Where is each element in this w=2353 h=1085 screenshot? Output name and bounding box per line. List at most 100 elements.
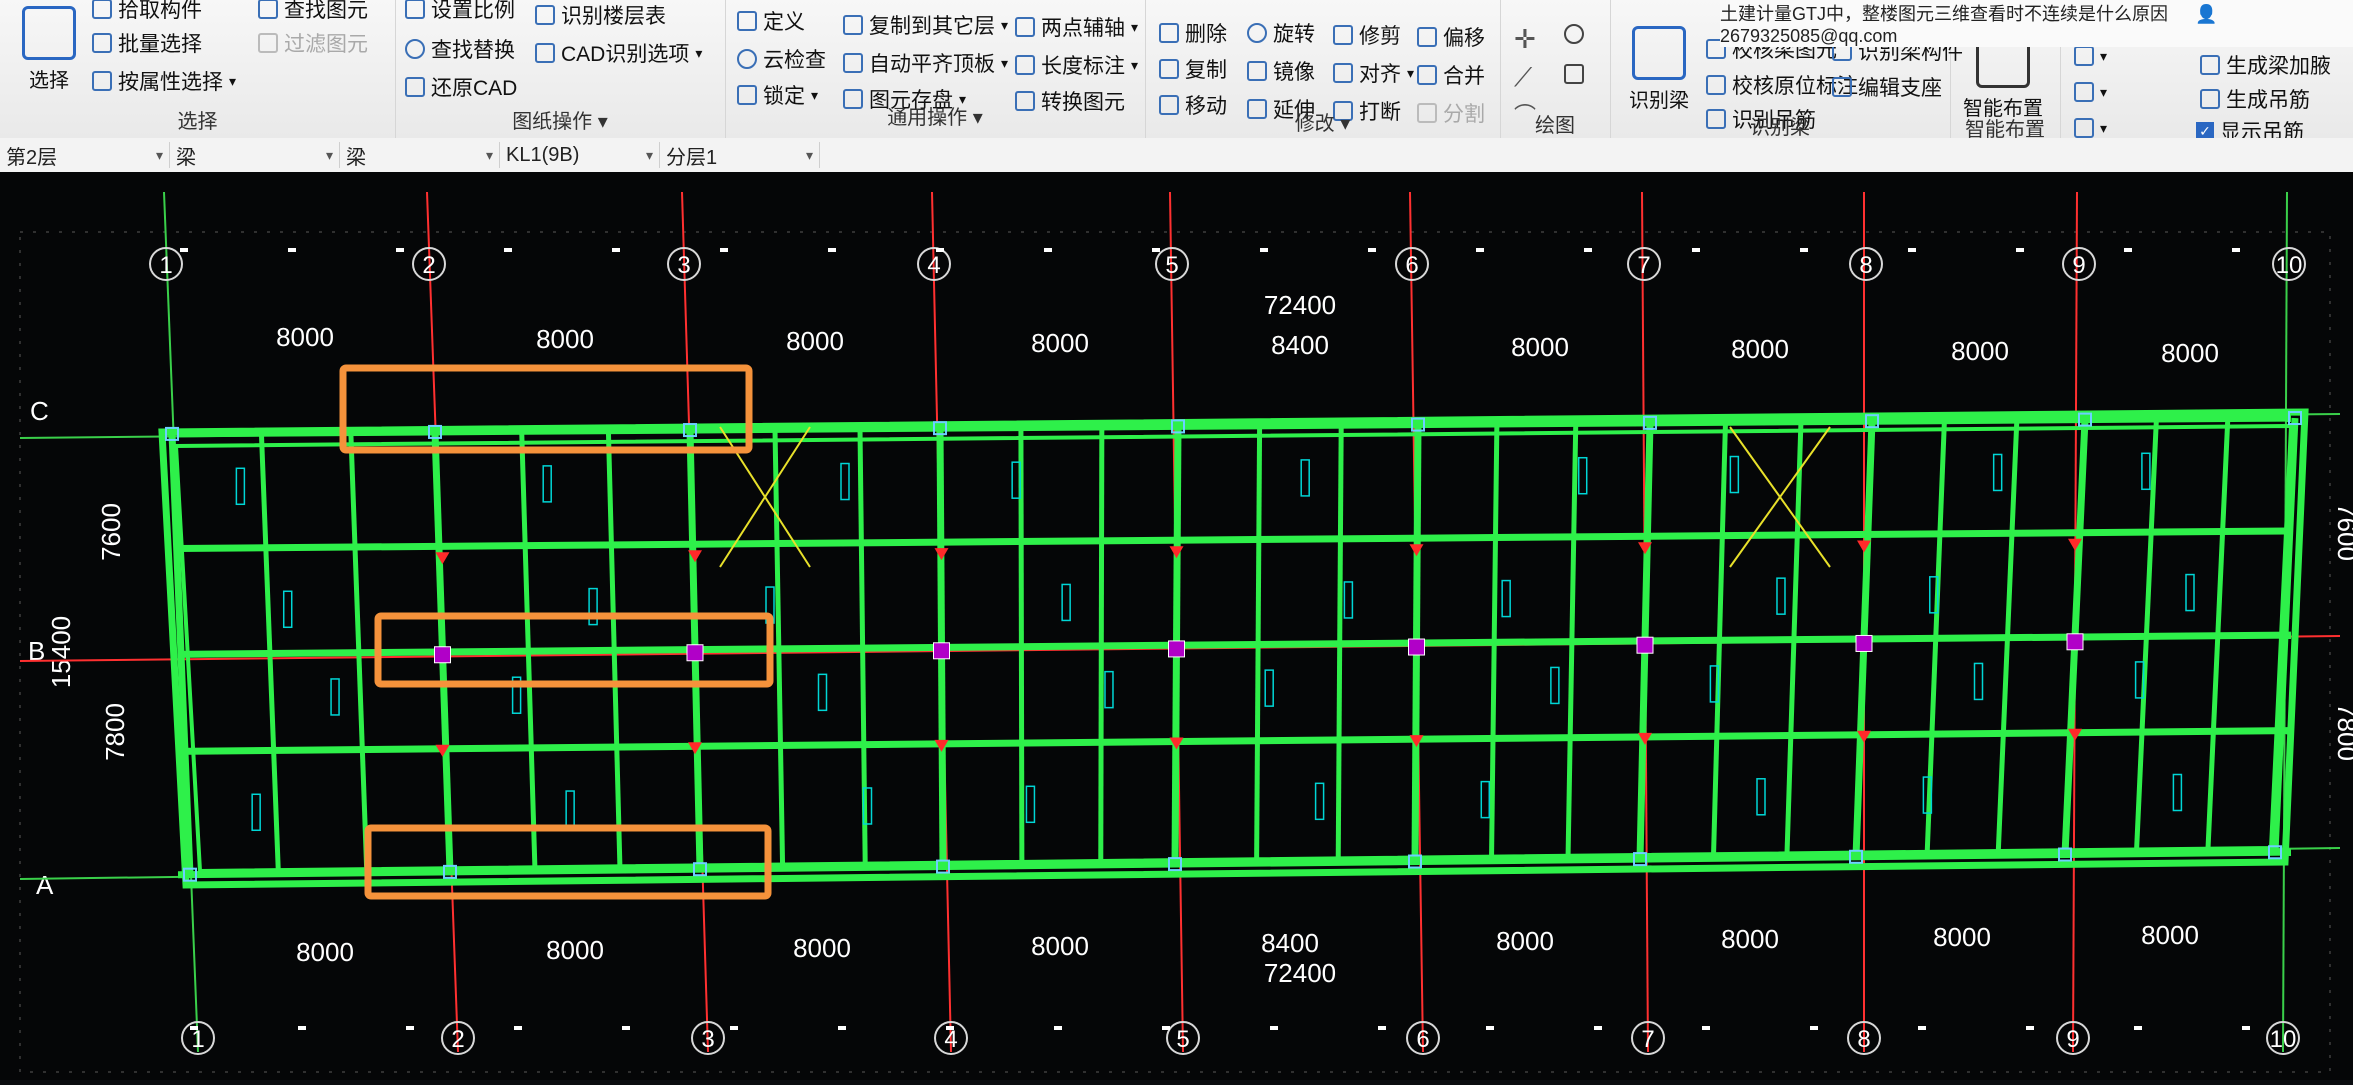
cad-identify-options-button[interactable]: CAD识别选项 ▾	[535, 38, 702, 68]
column-b-5[interactable]	[1168, 640, 1185, 658]
secondary-beam[interactable]	[1018, 427, 1025, 866]
dimension-tick	[1054, 1026, 1062, 1030]
batch-select-button[interactable]: 批量选择	[92, 28, 202, 58]
column-b-3[interactable]	[686, 644, 704, 662]
beam-row-1[interactable]	[177, 527, 2292, 553]
align-button[interactable]: 对齐 ▾	[1333, 58, 1414, 88]
secondary-beam[interactable]	[1254, 425, 1263, 864]
select-arrow-icon	[22, 6, 76, 60]
column-b-9[interactable]	[2066, 633, 2084, 651]
restore-cad-button[interactable]: 还原CAD	[405, 72, 517, 102]
filter-element-button[interactable]: 过滤图元	[258, 28, 368, 58]
secondary-beam[interactable]	[1335, 425, 1344, 863]
column-b-6[interactable]	[1408, 638, 1425, 656]
beam-tool-2[interactable]: ▾	[2074, 82, 2107, 102]
support-marker[interactable]	[1169, 546, 1184, 559]
dimension-tick	[1692, 248, 1700, 252]
column-b-7[interactable]	[1636, 636, 1654, 654]
secondary-beam[interactable]	[857, 428, 868, 868]
beam-tool-3[interactable]: ▾	[2074, 118, 2107, 138]
copy-to-other-layer-button[interactable]: 复制到其它层 ▾	[843, 10, 1008, 40]
dimension-tick	[180, 248, 188, 252]
selector-bar: 第2层 ▾ 梁 ▾ 梁 ▾ KL1(9B) ▾ 分层1 ▾	[0, 138, 2353, 173]
total-dim-top: 72400	[1264, 290, 1336, 320]
category-select[interactable]: 梁 ▾	[170, 142, 340, 169]
span-bottom-2: 8000	[546, 935, 604, 965]
secondary-beam[interactable]	[1098, 426, 1105, 865]
axis-number-top-1: 1	[159, 252, 172, 279]
component-select[interactable]: KL1(9B) ▾	[500, 142, 660, 168]
dimension-tick	[288, 248, 296, 252]
annotation-block	[1973, 662, 1984, 701]
dimension-tick	[504, 248, 512, 252]
dimension-tick	[2134, 1026, 2142, 1030]
trim-icon	[1333, 25, 1353, 45]
auto-flat-top-button[interactable]: 自动平齐顶板 ▾	[843, 48, 1008, 78]
annotation-block	[840, 462, 850, 501]
find-element-button[interactable]: 查找图元	[258, 0, 368, 24]
axis-number-top-9: 9	[2072, 252, 2085, 279]
column-b-4[interactable]	[933, 642, 950, 660]
column-b-8[interactable]	[1855, 634, 1873, 652]
beam-row-3[interactable]	[177, 727, 2292, 755]
gen-haunch-button[interactable]: 生成梁加腋	[2200, 50, 2331, 80]
dimension-tick	[406, 1026, 414, 1030]
delete-button[interactable]: 删除	[1159, 18, 1227, 48]
find-replace-button[interactable]: 查找替换	[405, 34, 515, 64]
define-button[interactable]: 定义	[737, 6, 805, 36]
select-by-attr-button[interactable]: 按属性选择 ▾	[92, 66, 236, 96]
circle-draw-icon[interactable]	[1564, 24, 1584, 44]
span-bottom-3: 8000	[793, 933, 851, 963]
identify-beam-button[interactable]: 识别梁	[1614, 26, 1704, 113]
identify-floor-table-button[interactable]: 识别楼层表	[535, 0, 666, 30]
length-dim-button[interactable]: 长度标注 ▾	[1015, 50, 1138, 80]
set-scale-button[interactable]: 设置比例	[405, 0, 515, 24]
trim-button[interactable]: 修剪	[1333, 20, 1401, 50]
total-dim-bottom: 72400	[1264, 958, 1336, 988]
floor-plan-svg[interactable]: 72400 72400 8000 8000 8000 8000 8400 800…	[0, 172, 2353, 1080]
annotation-block	[817, 673, 828, 712]
rotate-button[interactable]: 旋转	[1247, 18, 1315, 48]
gen-hanger-button[interactable]: 生成吊筋	[2200, 84, 2310, 114]
annotation-block	[235, 467, 246, 506]
mirror-button[interactable]: 镜像	[1247, 56, 1315, 86]
dimension-tick	[1918, 1026, 1926, 1030]
dimension-tick	[1270, 1026, 1278, 1030]
annotation-block	[2141, 452, 2151, 491]
cloud-check-button[interactable]: 云检查	[737, 44, 826, 74]
offset-button[interactable]: 偏移	[1417, 22, 1485, 52]
merge-button[interactable]: 合并	[1417, 60, 1485, 90]
cloud-icon	[737, 49, 757, 69]
dimension-tick	[396, 248, 404, 252]
line-draw-icon[interactable]: ⟋	[1514, 62, 1532, 94]
annotation-block	[282, 590, 293, 629]
drawing-canvas[interactable]: 72400 72400 8000 8000 8000 8000 8400 800…	[0, 172, 2353, 1080]
rect-draw-icon[interactable]	[1564, 64, 1584, 84]
copy-button[interactable]: 复制	[1159, 54, 1227, 84]
chevron-down-icon: ▾	[325, 146, 333, 163]
two-point-axis-button[interactable]: 两点辅轴 ▾	[1015, 12, 1138, 42]
point-draw-icon[interactable]: ✛	[1514, 24, 1536, 55]
select-button[interactable]: 选择	[4, 6, 94, 93]
layer-select[interactable]: 分层1 ▾	[660, 142, 820, 169]
annotation-block	[542, 465, 552, 503]
smart-layout-button[interactable]: 智能布置	[1958, 34, 2048, 121]
secondary-beam[interactable]	[1489, 423, 1500, 861]
span-top-2: 8000	[536, 324, 594, 354]
support-marker[interactable]	[1409, 544, 1424, 557]
type-select[interactable]: 梁 ▾	[340, 142, 500, 169]
beam-row-2[interactable]	[177, 631, 2292, 658]
support-marker[interactable]	[934, 548, 949, 561]
pick-component-button[interactable]: 拾取构件	[92, 0, 202, 24]
identify-beam-title: 识别梁	[1750, 117, 1810, 139]
delete-icon	[1159, 23, 1179, 43]
annotation-block	[1729, 455, 1740, 494]
beam-tool-1[interactable]: ▾	[2074, 46, 2107, 66]
axis-icon	[1015, 17, 1035, 37]
pick-icon	[92, 0, 112, 19]
column-b-2[interactable]	[434, 646, 451, 664]
edit-support-button[interactable]: 编辑支座	[1832, 72, 1942, 102]
axis-number-top-5: 5	[1165, 252, 1178, 279]
beam-identify-icon	[1632, 26, 1686, 80]
floor-select[interactable]: 第2层 ▾	[0, 142, 170, 169]
